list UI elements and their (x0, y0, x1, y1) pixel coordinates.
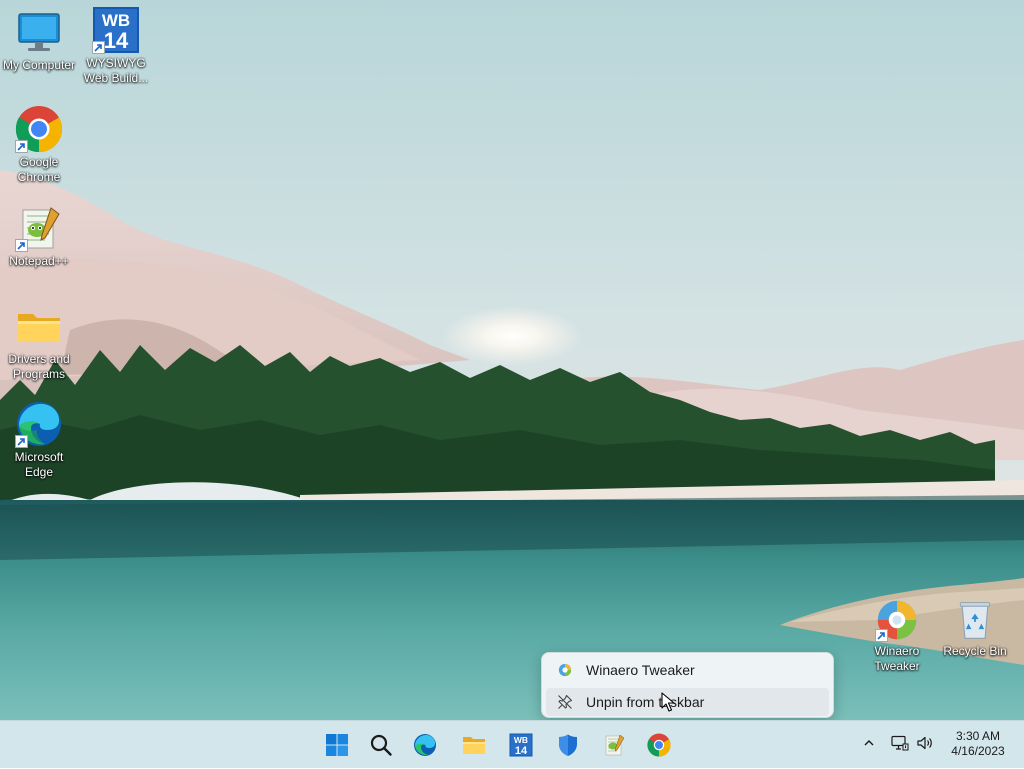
recycle-bin-icon (953, 598, 997, 642)
taskbar-jump-list-menu: Winaero Tweaker Unpin from taskbar (541, 652, 834, 718)
clock-date: 4/16/2023 (951, 744, 1005, 758)
desktop-icon-drivers-and-programs[interactable]: Drivers and Programs (0, 302, 78, 382)
taskbar-file-explorer-button[interactable] (454, 725, 494, 765)
tray-volume-button[interactable] (914, 721, 936, 769)
desktop-icon-notepad-plus-plus[interactable]: Notepad++ (0, 204, 78, 269)
desktop-icon-label: Microsoft Edge (14, 450, 64, 479)
menu-item-winaero-tweaker[interactable]: Winaero Tweaker (546, 656, 829, 684)
taskbar: WB 14 3:30 AM 4/16/2023 (0, 720, 1024, 768)
mouse-cursor-icon (661, 692, 675, 712)
taskbar-windows-security-button[interactable] (548, 725, 588, 765)
wb-badge-number: 14 (104, 28, 129, 53)
tray-overflow-button[interactable] (858, 721, 880, 769)
menu-item-unpin-from-taskbar[interactable]: Unpin from taskbar (546, 688, 829, 716)
winaero-tweaker-icon (875, 598, 919, 642)
desktop-icon-my-computer[interactable]: My Computer (0, 8, 78, 73)
wb-badge: WB (514, 735, 528, 745)
desktop-icon-label: My Computer (2, 58, 76, 72)
menu-item-label: Winaero Tweaker (586, 662, 695, 678)
desktop-icon-label: Notepad++ (9, 254, 69, 268)
taskbar-edge-button[interactable] (405, 725, 445, 765)
clock-time: 3:30 AM (955, 729, 1001, 743)
unpin-icon (557, 694, 573, 710)
taskbar-notepad-plus-plus-button[interactable] (594, 725, 634, 765)
volume-icon (916, 735, 934, 756)
shortcut-arrow-icon (15, 239, 28, 252)
tray-clock[interactable]: 3:30 AM 4/16/2023 (940, 729, 1016, 759)
desktop-icon-label: WYSIWYG Web Build... (83, 56, 149, 85)
desktop-icon-google-chrome[interactable]: Google Chrome (0, 105, 78, 185)
tray-network-button[interactable] (888, 721, 912, 769)
desktop-icon-wysiwyg-web-builder[interactable]: WB 14 WYSIWYG Web Build... (77, 6, 155, 86)
desktop-icon-microsoft-edge[interactable]: Microsoft Edge (0, 400, 78, 480)
notepad-plus-plus-icon (15, 204, 63, 252)
shortcut-arrow-icon (875, 629, 888, 642)
desktop-icon-recycle-bin[interactable]: Recycle Bin (936, 598, 1014, 659)
desktop-icon-label: Drivers and Programs (8, 352, 70, 381)
search-icon (369, 733, 393, 757)
folder-icon (462, 733, 486, 757)
notepad-plus-plus-icon (602, 733, 626, 757)
shortcut-arrow-icon (92, 41, 105, 54)
edge-icon (413, 733, 437, 757)
shield-icon (556, 733, 580, 757)
desktop-icon-label: Recycle Bin (943, 644, 1007, 658)
taskbar-wysiwyg-web-builder-button[interactable]: WB 14 (501, 725, 541, 765)
edge-icon (15, 400, 63, 448)
winaero-tweaker-icon (557, 662, 573, 678)
chrome-icon (15, 105, 63, 153)
menu-item-label: Unpin from taskbar (586, 694, 705, 710)
chrome-icon (647, 733, 671, 757)
wysiwyg-web-builder-icon: WB 14 (92, 6, 140, 54)
wysiwyg-web-builder-icon: WB 14 (509, 733, 533, 757)
taskbar-search-button[interactable] (361, 725, 401, 765)
desktop-icon-label: Google Chrome (17, 155, 61, 184)
folder-icon (15, 302, 63, 350)
network-icon (891, 735, 909, 756)
shortcut-arrow-icon (15, 435, 28, 448)
shortcut-arrow-icon (15, 140, 28, 153)
chevron-up-icon (863, 736, 875, 754)
windows-logo-icon (325, 733, 349, 757)
taskbar-start-button[interactable] (317, 725, 357, 765)
wb-badge-number: 14 (515, 745, 528, 757)
desktop-icon-winaero-tweaker[interactable]: Winaero Tweaker (858, 598, 936, 674)
desktop-icon-label: Winaero Tweaker (874, 644, 920, 673)
computer-monitor-icon (15, 8, 63, 56)
taskbar-chrome-button[interactable] (639, 725, 679, 765)
